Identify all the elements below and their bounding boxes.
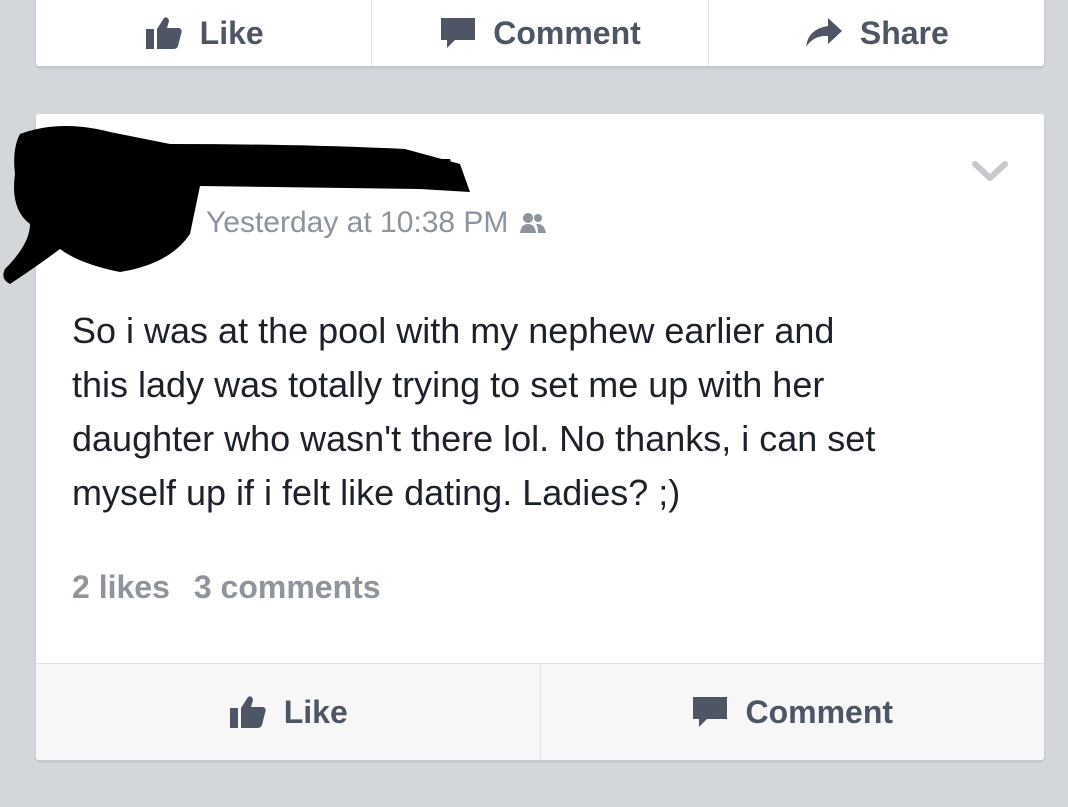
thumbs-up-icon xyxy=(228,694,268,730)
post-stats: 2 likes 3 comments xyxy=(72,569,381,606)
comment-bubble-icon xyxy=(691,694,729,730)
previous-post-card: Like Comment Share xyxy=(36,0,1044,66)
timestamp-text: Yesterday at 10:38 PM xyxy=(206,206,509,239)
previous-post-action-bar: Like Comment Share xyxy=(36,0,1044,66)
post-card: Yesterday at 10:38 PM So i was at the po… xyxy=(3,114,1044,760)
comments-count[interactable]: 3 comments xyxy=(194,569,381,605)
comment-bubble-icon xyxy=(439,15,477,51)
friends-audience-icon xyxy=(520,211,547,235)
like-label: Like xyxy=(199,14,264,51)
like-button[interactable]: Like xyxy=(36,0,373,66)
share-arrow-icon xyxy=(804,16,844,50)
post-comment-label: Comment xyxy=(745,693,894,730)
thumbs-up-icon xyxy=(144,15,184,51)
post-timestamp[interactable]: Yesterday at 10:38 PM xyxy=(206,206,547,240)
post-action-bar: Like Comment xyxy=(36,663,1044,760)
chevron-down-icon[interactable] xyxy=(972,160,1008,189)
post-like-button[interactable]: Like xyxy=(36,664,541,760)
share-label: Share xyxy=(859,14,949,51)
comment-button[interactable]: Comment xyxy=(372,0,709,66)
likes-count[interactable]: 2 likes xyxy=(72,569,170,605)
post-like-label: Like xyxy=(283,693,348,730)
share-button[interactable]: Share xyxy=(709,0,1044,66)
post-comment-button[interactable]: Comment xyxy=(541,664,1045,760)
post-message: So i was at the pool with my nephew earl… xyxy=(72,310,876,513)
comment-label: Comment xyxy=(493,14,641,51)
